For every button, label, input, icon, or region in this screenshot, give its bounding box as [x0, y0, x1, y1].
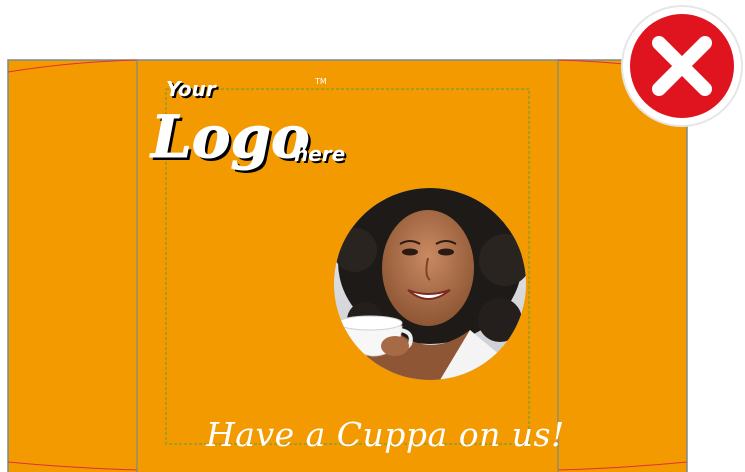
logo-trademark: TM [314, 77, 327, 86]
logo-word-your: Your [166, 77, 217, 101]
tagline-text: Have a Cuppa on us! [206, 415, 565, 454]
reject-x-icon[interactable] [619, 3, 745, 129]
logo-word-here: here [294, 142, 345, 166]
logo-word-main: Logo [149, 103, 310, 171]
